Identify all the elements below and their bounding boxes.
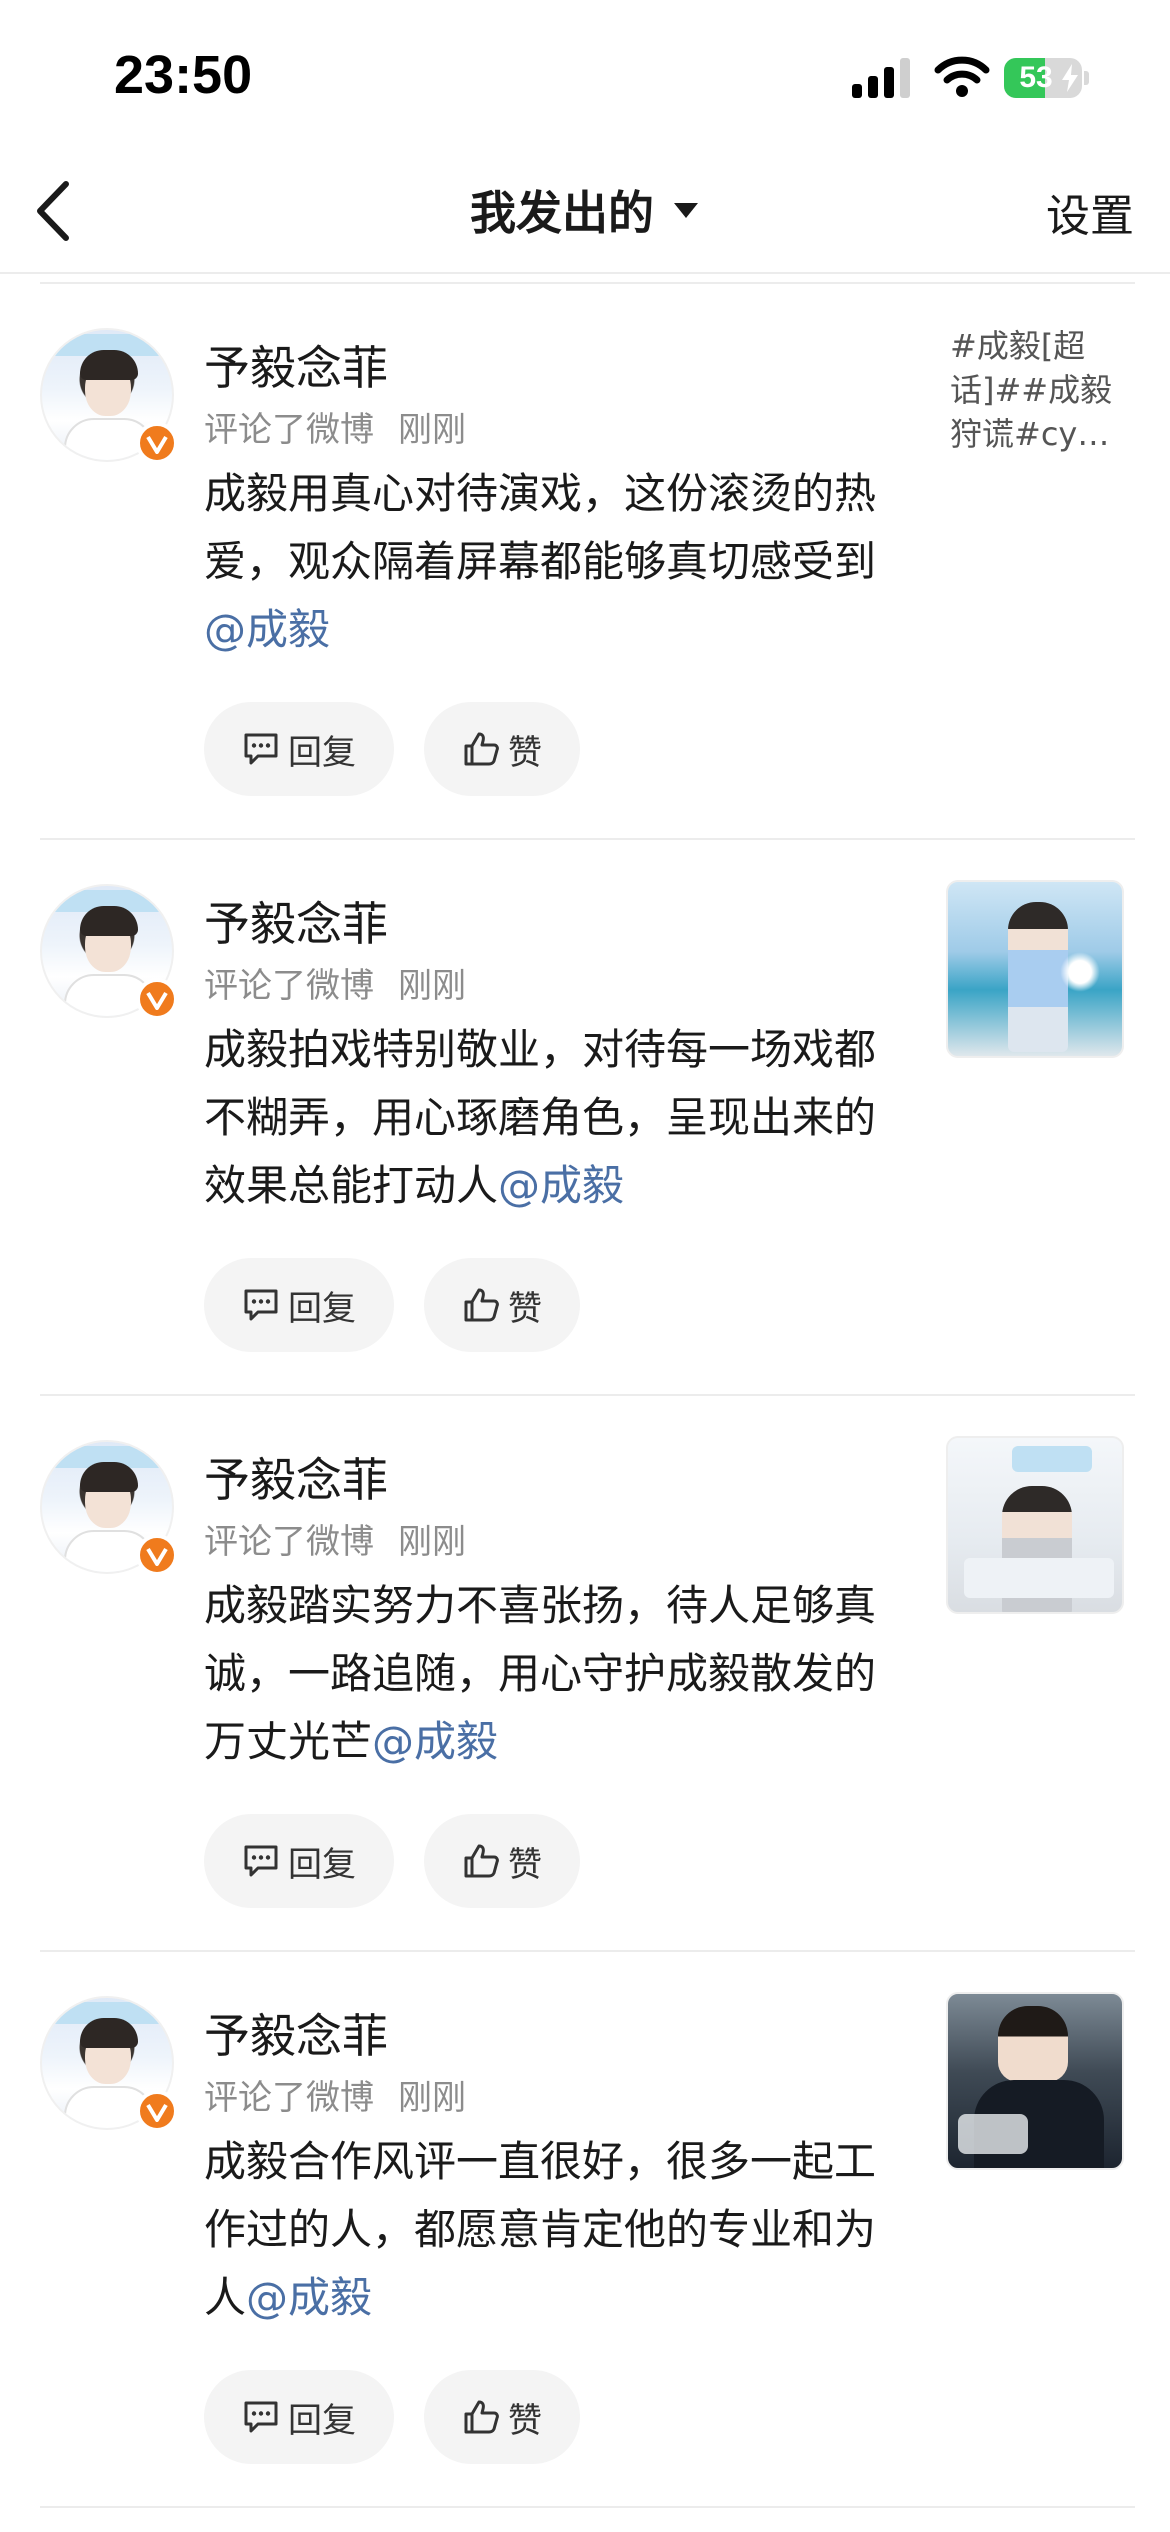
wifi-icon: [934, 56, 990, 97]
charging-bolt-icon: [1062, 64, 1078, 92]
avatar-figure-hair: [80, 2018, 138, 2048]
settings-button[interactable]: 设置: [1046, 180, 1134, 244]
avatar[interactable]: [40, 1996, 178, 2132]
like-button[interactable]: 赞: [424, 1258, 580, 1352]
comment-text: 成毅踏实努力不喜张扬，待人足够真诚，一路追随，用心守护成毅散发的万丈光芒@成毅: [204, 1572, 884, 1776]
mention-link[interactable]: @成毅: [498, 1161, 624, 1210]
reply-button[interactable]: 回复: [204, 2370, 394, 2464]
avatar[interactable]: [40, 1440, 178, 1576]
thumbs-up-icon: [464, 732, 499, 766]
cellular-signal-icon: [852, 58, 910, 98]
avatar[interactable]: [40, 328, 178, 464]
post-thumbnail-image[interactable]: [946, 1436, 1124, 1614]
avatar-figure-hair: [80, 1462, 138, 1492]
mention-link[interactable]: @成毅: [204, 605, 330, 654]
like-label: 赞: [508, 1288, 542, 1329]
nav-bar: 我发出的 设置: [0, 150, 1170, 274]
comment-icon: [244, 1845, 278, 1877]
comment-icon: [244, 733, 278, 765]
mention-link[interactable]: @成毅: [372, 1717, 498, 1766]
verified-badge-icon: [136, 1534, 178, 1576]
comment-meta: 评论了微博 刚刚: [204, 1514, 466, 1563]
post-preview-line: 话]##成毅: [950, 371, 1113, 409]
battery-percent: 53: [1019, 61, 1053, 94]
page-title: 我发出的: [470, 186, 654, 240]
reply-button[interactable]: 回复: [204, 1258, 394, 1352]
comment-meta: 评论了微博 刚刚: [204, 402, 466, 451]
reply-label: 回复: [288, 1844, 356, 1885]
post-preview-line: 狩谎#cy…: [950, 415, 1110, 453]
caret-down-icon: [674, 203, 698, 218]
verified-badge-icon: [136, 2090, 178, 2132]
avatar-figure-hair: [80, 350, 138, 380]
like-label: 赞: [508, 732, 542, 773]
avatar-figure-hair: [80, 906, 138, 936]
comment-time: 刚刚: [398, 410, 466, 450]
status-bar: 23:50 53: [0, 0, 1170, 150]
comment-icon: [244, 2401, 278, 2433]
comment-card[interactable]: 予毅念菲 评论了微博 刚刚 成毅踏实努力不喜张扬，待人足够真诚，一路追随，用心守护成毅…: [0, 1396, 1170, 1952]
comment-card[interactable]: 予毅念菲 评论了微博 刚刚 成毅用真心对待演戏，这份滚烫的热爱，观众隔着屏幕都能够真切…: [0, 284, 1170, 840]
verified-badge-icon: [136, 422, 178, 464]
divider: [40, 2506, 1135, 2508]
post-thumbnail-image[interactable]: [946, 880, 1124, 1058]
comment-action: 评论了微博: [204, 966, 374, 1006]
reply-label: 回复: [288, 1288, 356, 1329]
post-thumbnail-image[interactable]: [946, 1992, 1124, 2170]
like-label: 赞: [508, 1844, 542, 1885]
comment-action: 评论了微博: [204, 1522, 374, 1562]
reply-label: 回复: [288, 732, 356, 773]
comment-text-body: 成毅踏实努力不喜张扬，待人足够真诚，一路追随，用心守护成毅散发的万丈光芒: [204, 1581, 877, 1766]
reply-button[interactable]: 回复: [204, 702, 394, 796]
avatar[interactable]: [40, 884, 178, 1020]
author-name[interactable]: 予毅念菲: [204, 2000, 388, 2066]
author-name[interactable]: 予毅念菲: [204, 888, 388, 954]
status-time: 23:50: [114, 45, 253, 105]
thumbs-up-icon: [464, 1844, 499, 1878]
reply-button[interactable]: 回复: [204, 1814, 394, 1908]
comment-icon: [244, 1289, 278, 1321]
comment-meta: 评论了微博 刚刚: [204, 958, 466, 1007]
author-name[interactable]: 予毅念菲: [204, 1444, 388, 1510]
author-name[interactable]: 予毅念菲: [204, 332, 388, 398]
comment-text: 成毅合作风评一直很好，很多一起工作过的人，都愿意肯定他的专业和为人@成毅: [204, 2128, 884, 2332]
comment-time: 刚刚: [398, 2078, 466, 2118]
mention-link[interactable]: @成毅: [246, 2273, 372, 2322]
nav-title-dropdown[interactable]: 我发出的: [0, 150, 1170, 270]
comment-meta: 评论了微博 刚刚: [204, 2070, 466, 2119]
thumbs-up-icon: [464, 2400, 499, 2434]
reply-label: 回复: [288, 2400, 356, 2441]
comment-text-body: 成毅用真心对待演戏，这份滚烫的热爱，观众隔着屏幕都能够真切感受到: [204, 469, 877, 586]
comment-action: 评论了微博: [204, 2078, 374, 2118]
comment-time: 刚刚: [398, 1522, 466, 1562]
like-label: 赞: [508, 2400, 542, 2441]
comment-time: 刚刚: [398, 966, 466, 1006]
battery-cap: [1084, 71, 1089, 85]
comment-text: 成毅拍戏特别敬业，对待每一场戏都不糊弄，用心琢磨角色，呈现出来的效果总能打动人@…: [204, 1016, 884, 1220]
post-preview-text[interactable]: #成毅[超话]##成毅 狩谎#cy…: [950, 324, 1130, 456]
battery-indicator: 53: [1004, 58, 1089, 98]
comment-text: 成毅用真心对待演戏，这份滚烫的热爱，观众隔着屏幕都能够真切感受到 @成毅: [204, 460, 884, 664]
verified-badge-icon: [136, 978, 178, 1020]
comment-card[interactable]: 予毅念菲 评论了微博 刚刚 成毅拍戏特别敬业，对待每一场戏都不糊弄，用心琢磨角色，呈现…: [0, 840, 1170, 1396]
like-button[interactable]: 赞: [424, 2370, 580, 2464]
comment-card[interactable]: 予毅念菲 评论了微博 刚刚 成毅合作风评一直很好，很多一起工作过的人，都愿意肯定他的专…: [0, 1952, 1170, 2508]
comment-action: 评论了微博: [204, 410, 374, 450]
like-button[interactable]: 赞: [424, 702, 580, 796]
thumbs-up-icon: [464, 1288, 499, 1322]
post-preview-line: #成毅[超: [950, 327, 1086, 365]
like-button[interactable]: 赞: [424, 1814, 580, 1908]
